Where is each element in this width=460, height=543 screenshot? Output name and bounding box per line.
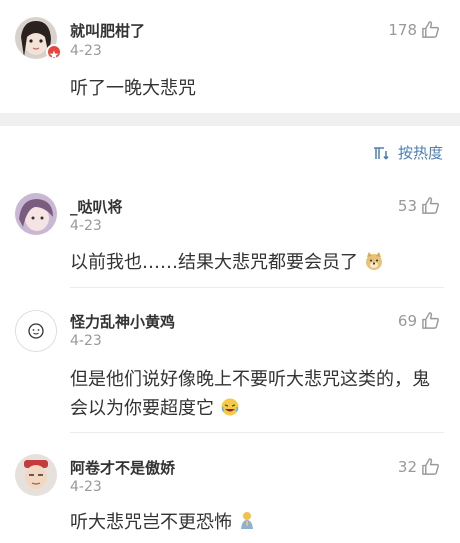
avatar[interactable] (15, 310, 57, 352)
username[interactable]: 阿卷才不是傲娇 (70, 457, 175, 478)
sort-icon (373, 146, 389, 159)
like-count: 178 (388, 20, 417, 39)
username[interactable]: 怪力乱神小黄鸡 (70, 311, 175, 332)
avatar-image (15, 454, 57, 496)
comment-date: 4-23 (70, 333, 102, 349)
laughing-emoji-icon (221, 398, 239, 416)
verified-badge-icon (46, 44, 62, 60)
like-button[interactable]: 69 (398, 311, 440, 330)
comment-text: 但是他们说好像晚上不要听大悲咒这类的，鬼会以为你要超度它 (70, 365, 430, 423)
avatar-image (16, 311, 56, 351)
like-count: 32 (397, 457, 417, 476)
comment-text-content: 听大悲咒岂不更恐怖 (70, 512, 232, 533)
comment-text-content: 但是他们说好像晚上不要听大悲咒这类的，鬼会以为你要超度它 (70, 369, 430, 419)
like-button[interactable]: 32 (398, 457, 440, 476)
divider (70, 287, 444, 288)
username[interactable]: _哒叭将 (70, 196, 123, 217)
like-count: 69 (397, 311, 417, 330)
thumbs-up-icon (422, 312, 439, 329)
comment-date: 4-23 (70, 218, 102, 234)
comment-date: 4-23 (70, 43, 102, 59)
thumbs-up-icon (422, 458, 439, 475)
thumbs-up-icon (422, 21, 439, 38)
divider (70, 432, 444, 433)
doge-emoji-icon (365, 252, 382, 270)
comment-text: 听大悲咒岂不更恐怖 (70, 508, 430, 537)
sort-label: 按热度 (397, 144, 443, 162)
comment-text: 以前我也……结果大悲咒都要会员了 (70, 248, 430, 277)
avatar[interactable] (15, 193, 57, 235)
section-divider (0, 113, 460, 126)
sort-toggle[interactable]: 按热度 (373, 142, 443, 163)
username[interactable]: 就叫肥柑了 (70, 20, 145, 41)
like-button[interactable]: 178 (388, 20, 440, 39)
like-count: 53 (397, 196, 417, 215)
thumbs-up-icon (422, 197, 439, 214)
comment-date: 4-23 (70, 479, 102, 495)
comment-text-content: 以前我也……结果大悲咒都要会员了 (70, 252, 358, 273)
praying-figure-emoji-icon (240, 512, 253, 529)
avatar-image (15, 193, 57, 235)
comment-text: 听了一晚大悲咒 (70, 78, 196, 99)
like-button[interactable]: 53 (398, 196, 440, 215)
avatar[interactable] (15, 454, 57, 496)
